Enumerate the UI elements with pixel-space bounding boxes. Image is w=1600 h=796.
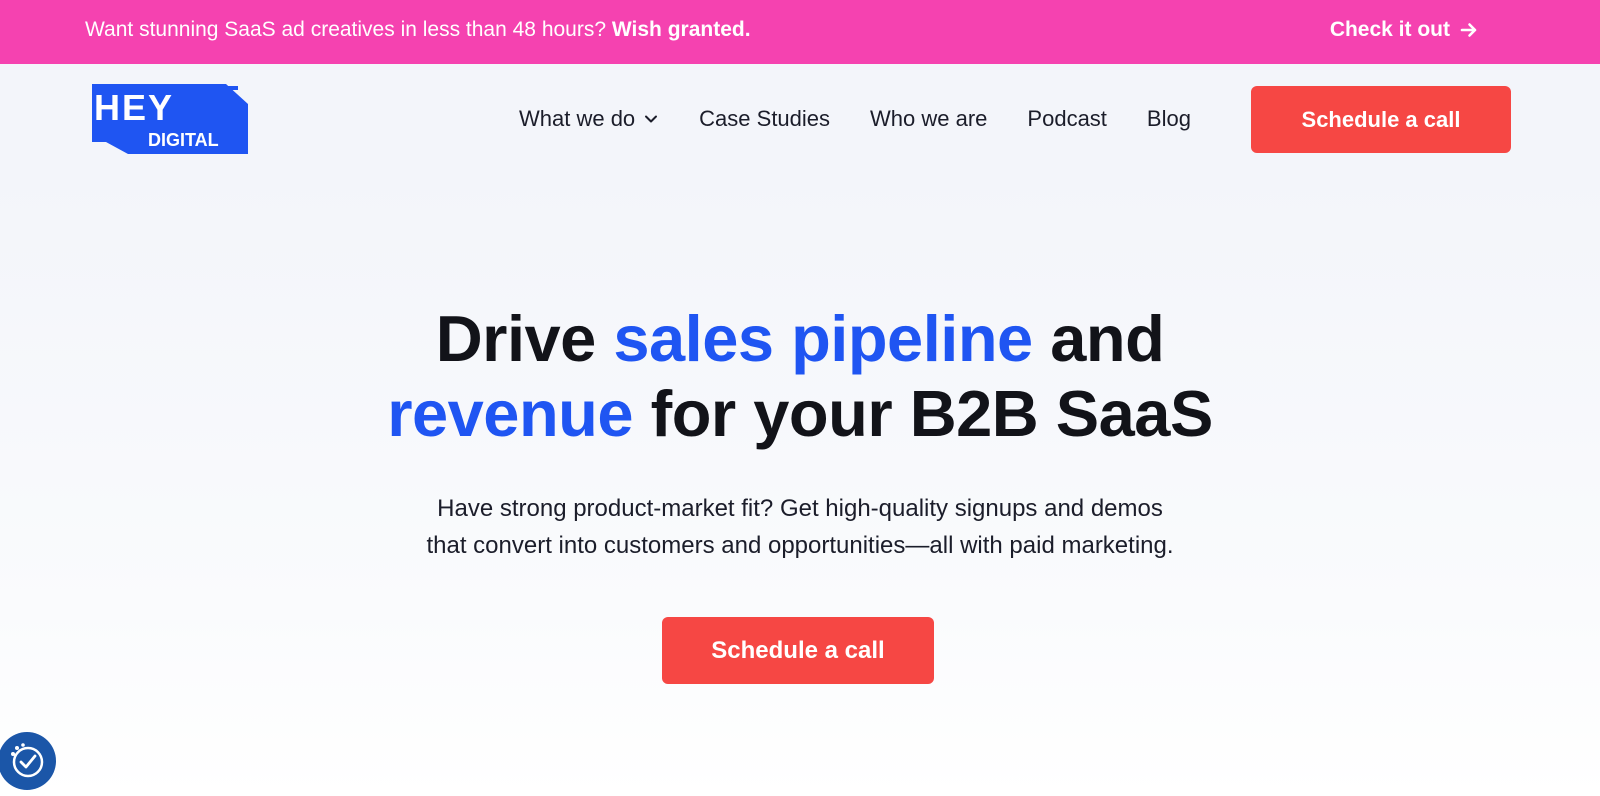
nav-who-we-are[interactable]: Who we are (870, 106, 987, 132)
chevron-down-icon (645, 115, 658, 123)
main-nav: What we do Case Studies Who we are Podca… (519, 104, 1191, 134)
hero-headline: Drive sales pipeline and revenue for you… (0, 301, 1600, 451)
nav-what-we-do[interactable]: What we do (519, 106, 659, 132)
subheading-line: that convert into customers and opportun… (426, 532, 1174, 559)
schedule-call-hero-button[interactable]: Schedule a call (662, 617, 934, 684)
headline-highlight: sales pipeline (613, 302, 1033, 375)
svg-text:DIGITAL: DIGITAL (148, 130, 219, 150)
nav-podcast[interactable]: Podcast (1027, 106, 1107, 132)
headline-highlight: revenue (387, 377, 634, 450)
promo-banner: Want stunning SaaS ad creatives in less … (0, 0, 1600, 64)
headline-text: Drive (435, 302, 614, 375)
check-it-out-label: Check it out (1329, 18, 1450, 41)
promo-text: Want stunning SaaS ad creatives in less … (85, 17, 751, 43)
hero-subheading: Have strong product-market fit? Get high… (0, 490, 1600, 564)
accessibility-button[interactable] (0, 732, 56, 790)
subheading-line: Have strong product-market fit? Get high… (437, 495, 1163, 522)
accessibility-icon (11, 743, 44, 778)
hey-digital-logo[interactable]: HEY DIGITAL (88, 82, 250, 156)
headline-text: and (1032, 302, 1165, 375)
site-header: HEY DIGITAL What we do Case Studies Who … (0, 64, 1600, 174)
check-it-out-link[interactable]: Check it out (1330, 17, 1478, 43)
arrow-right-icon (1460, 23, 1477, 37)
hero-section: Drive sales pipeline and revenue for you… (0, 174, 1600, 796)
svg-text:HEY: HEY (94, 87, 174, 128)
promo-highlight: Wish granted. (611, 18, 751, 41)
schedule-call-header-button[interactable]: Schedule a call (1251, 86, 1511, 153)
headline-text: for your B2B SaaS (633, 377, 1214, 450)
promo-message: Want stunning SaaS ad creatives in less … (85, 18, 607, 41)
nav-what-we-do-label: What we do (519, 106, 636, 131)
nav-case-studies[interactable]: Case Studies (699, 106, 830, 132)
nav-blog[interactable]: Blog (1147, 106, 1191, 132)
